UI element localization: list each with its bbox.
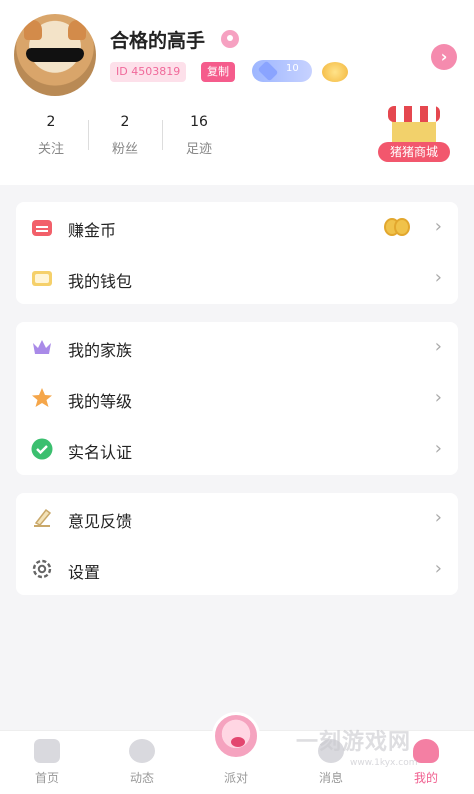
tab-label: 派对 — [223, 771, 248, 785]
stat-value: 16 — [190, 114, 208, 130]
stat-following[interactable]: 2 关注 — [21, 114, 81, 157]
menu-item-my-family[interactable]: 我的家族 › — [16, 322, 458, 373]
menu-item-real-name-auth[interactable]: 实名认证 › — [16, 424, 458, 475]
menu-item-earn-coins[interactable]: 赚金币 › — [16, 202, 458, 253]
menu-item-my-level[interactable]: 我的等级 › — [16, 373, 458, 424]
shop-label: 猪猪商城 — [378, 142, 450, 162]
stat-label: 关注 — [37, 142, 64, 157]
coins-icon — [384, 218, 412, 236]
chevron-right-icon: › — [434, 507, 442, 528]
chevron-right-icon: › — [434, 267, 442, 288]
location-icon — [221, 30, 239, 48]
stat-fans[interactable]: 2 粉丝 — [95, 114, 155, 157]
menu-item-label: 设置 — [68, 563, 101, 582]
tab-home[interactable]: 首页 — [7, 731, 87, 794]
stat-value: 2 — [120, 114, 130, 130]
menu-item-feedback[interactable]: 意见反馈 › — [16, 493, 458, 544]
copy-id-button[interactable]: 复制 — [201, 62, 235, 82]
chevron-right-icon: › — [434, 216, 442, 237]
tab-label: 我的 — [413, 771, 438, 785]
menu-item-label: 我的钱包 — [68, 272, 133, 291]
tab-label: 消息 — [318, 771, 343, 785]
chevron-right-icon: › — [434, 558, 442, 579]
chevron-right-icon: › — [434, 387, 442, 408]
party-pig-icon[interactable] — [212, 712, 260, 760]
menu-item-label: 我的等级 — [68, 392, 133, 411]
feedback-icon — [34, 508, 52, 527]
menu-item-label: 赚金币 — [68, 221, 117, 240]
stat-label: 足迹 — [185, 142, 212, 157]
pig-shop-button[interactable]: 猪猪商城 — [378, 106, 450, 164]
gear-icon — [32, 559, 52, 579]
gem-icon — [257, 60, 279, 82]
profile-detail-arrow-icon[interactable]: › — [431, 44, 457, 70]
menu-item-label: 我的家族 — [68, 341, 133, 360]
wallet-icon — [32, 271, 52, 286]
star-icon — [32, 388, 52, 407]
menu-item-my-wallet[interactable]: 我的钱包 › — [16, 253, 458, 304]
chevron-right-icon: › — [434, 336, 442, 357]
username: 合格的高手 — [110, 30, 206, 52]
red-wallet-icon — [32, 220, 52, 236]
divider — [162, 120, 163, 150]
menu-item-label: 意见反馈 — [68, 512, 133, 531]
divider — [88, 120, 89, 150]
tab-label: 首页 — [34, 771, 59, 785]
user-id-badge: ID 4503819 — [110, 62, 187, 82]
menu-item-label: 实名认证 — [68, 443, 133, 462]
stat-footprints[interactable]: 16 足迹 — [169, 114, 229, 157]
watermark-url: www.1kyx.com — [350, 758, 418, 768]
home-icon — [34, 739, 60, 763]
level-value: 10 — [286, 63, 299, 74]
menu-card-account: 我的家族 › 我的等级 › 实名认证 › — [16, 322, 458, 475]
tab-moments[interactable]: 动态 — [102, 731, 182, 794]
crown-icon — [33, 340, 51, 354]
stat-label: 粉丝 — [111, 142, 138, 157]
check-shield-icon — [31, 438, 53, 460]
menu-item-settings[interactable]: 设置 › — [16, 544, 458, 595]
watermark-logo: 一刻游戏网 — [296, 730, 412, 755]
stat-value: 2 — [46, 114, 56, 130]
vip-badge-icon — [318, 58, 352, 84]
avatar[interactable] — [14, 14, 96, 96]
chevron-right-icon: › — [434, 438, 442, 459]
level-badge: 10 — [252, 60, 312, 82]
menu-card-support: 意见反馈 › 设置 › — [16, 493, 458, 595]
menu-card-earnings: 赚金币 › 我的钱包 › — [16, 202, 458, 304]
heart-icon — [129, 739, 155, 763]
profile-header: 合格的高手 ID 4503819 复制 10 › 2 关注 2 粉丝 16 足迹… — [0, 0, 474, 185]
tab-label: 动态 — [129, 771, 154, 785]
